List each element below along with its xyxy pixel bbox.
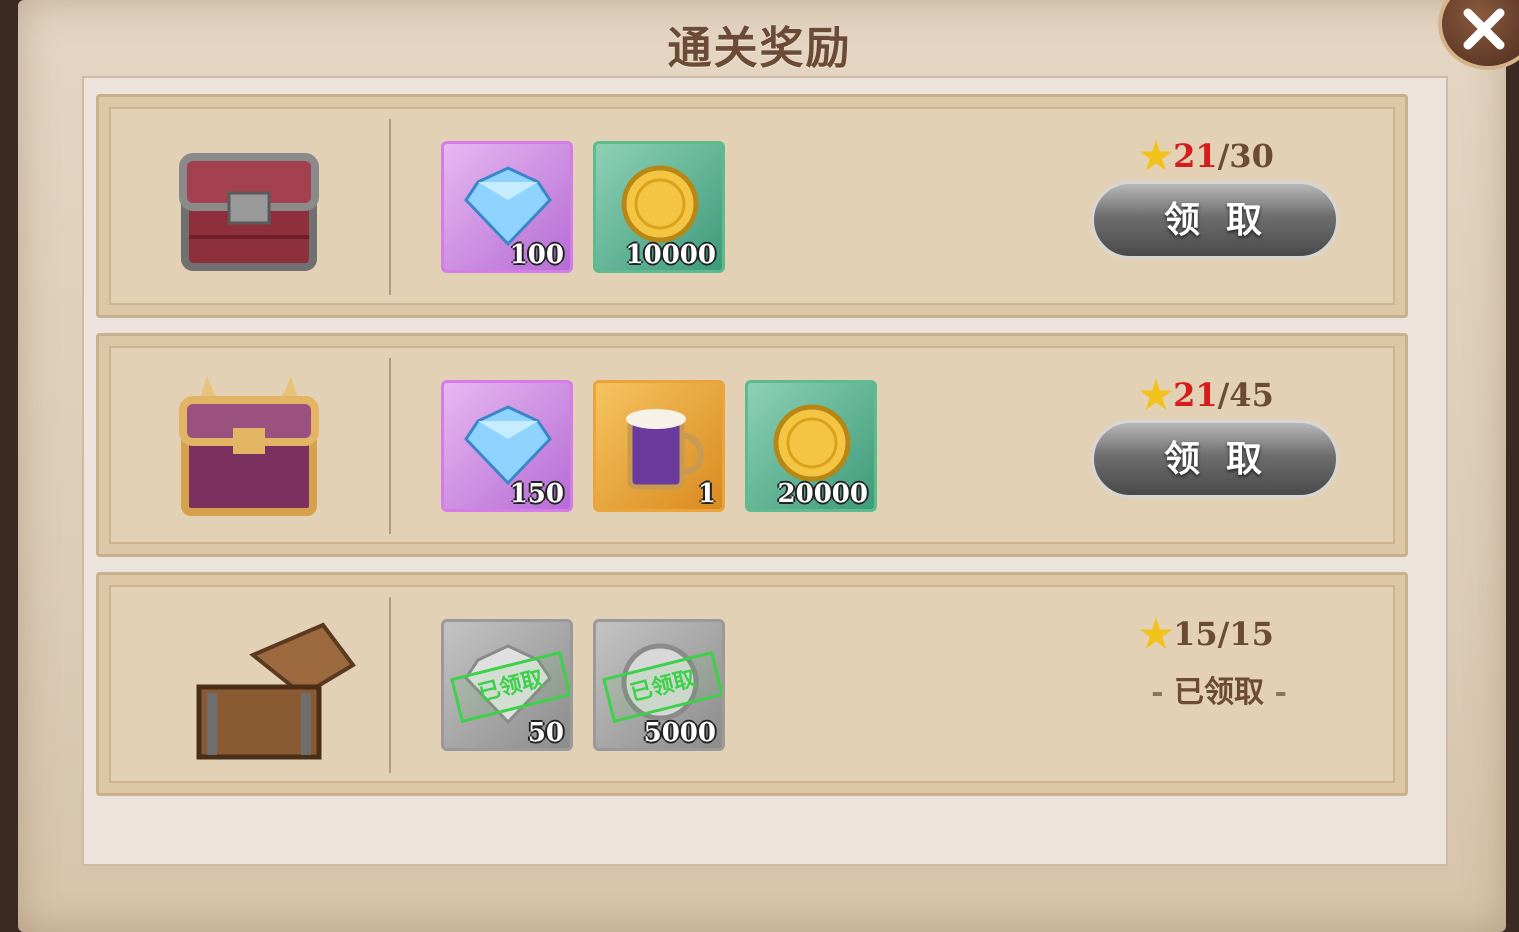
silver-chest-icon xyxy=(179,153,319,271)
claimed-text: 已领取 xyxy=(1174,675,1264,710)
star-progress: ★ 15 /15 xyxy=(1139,611,1299,656)
item-quantity: 50 xyxy=(527,718,564,748)
item-quantity: 10000 xyxy=(625,240,716,270)
row-divider xyxy=(389,597,391,773)
diamond-icon xyxy=(464,405,552,486)
reward-item[interactable]: 150 xyxy=(441,380,573,512)
reward-item: 已领取 50 xyxy=(441,619,573,751)
mug-icon xyxy=(626,409,704,490)
stars-total: /15 xyxy=(1217,614,1274,653)
reward-row-2: 150 1 20000 ★ 21 /45 领取 xyxy=(96,333,1408,557)
reward-item[interactable]: 10000 xyxy=(593,141,725,273)
reward-item[interactable]: 20000 xyxy=(745,380,877,512)
item-quantity: 20000 xyxy=(777,479,868,509)
reward-row-1: 100 10000 ★ 21 /30 领取 xyxy=(96,94,1408,318)
star-progress: ★ 21 /45 xyxy=(1139,372,1299,417)
star-progress: ★ 21 /30 xyxy=(1139,133,1299,178)
close-icon xyxy=(1463,8,1505,50)
item-quantity: 5000 xyxy=(643,718,716,748)
reward-row-3: 已领取 50 已领取 5000 ★ 15 /15 - 已领取 - xyxy=(96,572,1408,796)
row-divider xyxy=(389,119,391,295)
stars-current: 21 xyxy=(1173,375,1218,414)
open-wooden-chest-icon xyxy=(196,622,356,760)
item-quantity: 100 xyxy=(509,240,564,270)
dash-right: - xyxy=(1274,675,1287,710)
panel-title: 通关奖励 xyxy=(667,23,852,74)
row-divider xyxy=(389,358,391,534)
dash-left: - xyxy=(1151,675,1164,710)
star-icon: ★ xyxy=(1139,133,1174,178)
item-quantity: 1 xyxy=(697,479,716,509)
claim-button[interactable]: 领取 xyxy=(1091,420,1339,498)
claimed-label: - 已领取 - xyxy=(1139,667,1299,711)
reward-item[interactable]: 100 xyxy=(441,141,573,273)
reward-item: 已领取 5000 xyxy=(593,619,725,751)
horned-gold-chest-icon xyxy=(179,376,319,516)
star-icon: ★ xyxy=(1139,372,1174,417)
reward-item[interactable]: 1 xyxy=(593,380,725,512)
stars-total: /45 xyxy=(1217,375,1274,414)
item-quantity: 150 xyxy=(509,479,564,509)
stars-current: 15 xyxy=(1173,614,1218,653)
star-icon: ★ xyxy=(1139,611,1174,656)
stars-current: 21 xyxy=(1173,136,1218,175)
diamond-icon xyxy=(464,166,552,247)
claim-button[interactable]: 领取 xyxy=(1091,181,1339,259)
stars-total: /30 xyxy=(1217,136,1274,175)
